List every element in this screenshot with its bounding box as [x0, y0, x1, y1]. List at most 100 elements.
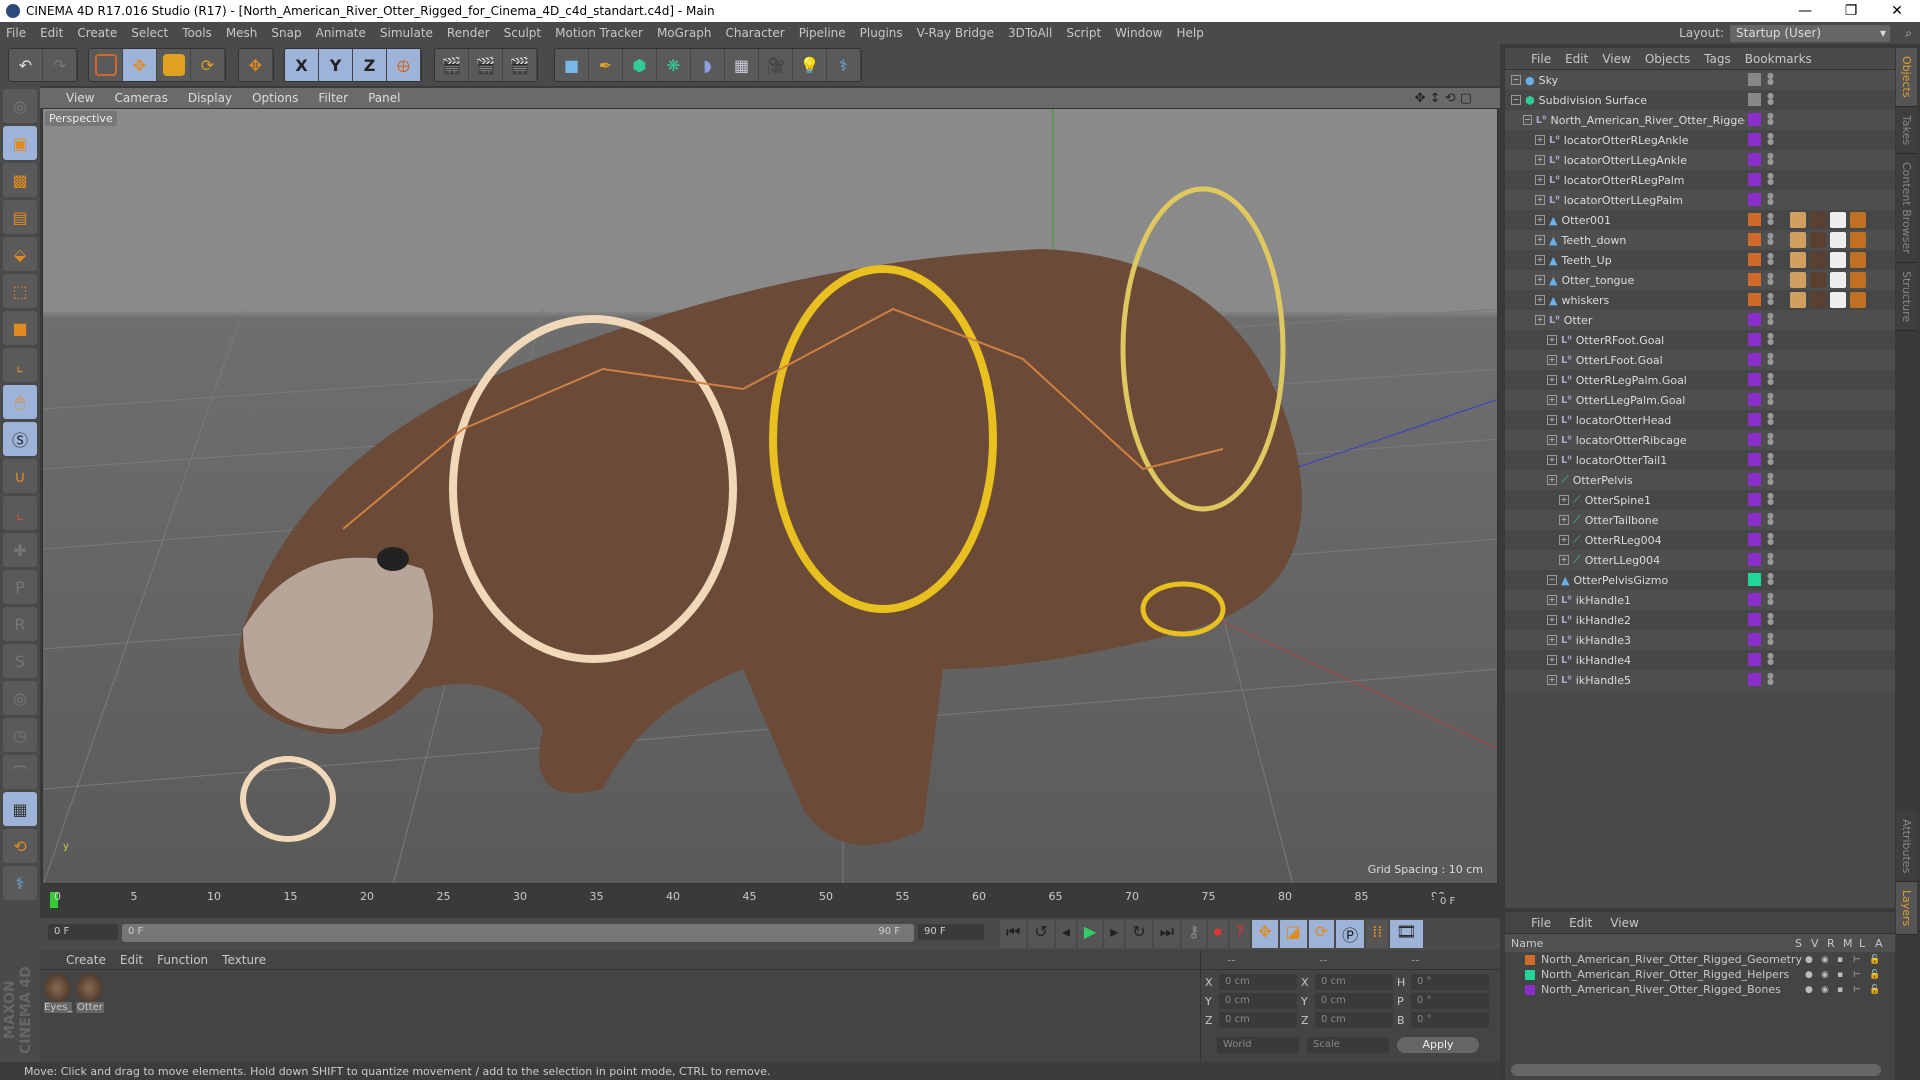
visibility-dots[interactable]: ● ● [1767, 192, 1774, 206]
expand-toggle[interactable]: + [1535, 135, 1545, 145]
expand-toggle[interactable]: + [1535, 155, 1545, 165]
python-script-button[interactable]: ⚕ [3, 866, 37, 900]
go-to-start-button[interactable]: ⏮ [1000, 920, 1027, 948]
coord-rotation-field[interactable]: 0 ° [1411, 1012, 1489, 1028]
solo-button[interactable]: Ⓢ [3, 422, 37, 456]
snap-button[interactable]: ∪ [3, 459, 37, 493]
object-row[interactable]: + L⁰ locatorOtterLLegPalm ● ● [1505, 190, 1895, 210]
close-button[interactable]: ✕ [1874, 0, 1920, 22]
object-row[interactable]: + L⁰ locatorOtterRLegPalm ● ● [1505, 170, 1895, 190]
object-row[interactable]: + L⁰ locatorOtterRibcage ● ● [1505, 430, 1895, 450]
material-menu-create[interactable]: Create [66, 953, 106, 967]
lock-icon[interactable]: 🔓 [1869, 985, 1885, 995]
object-row[interactable]: + L⁰ OtterRLegPalm.Goal ● ● [1505, 370, 1895, 390]
key-scale-button[interactable]: ◪ [1279, 920, 1307, 948]
tag-psr-button[interactable]: S [3, 644, 37, 678]
layer-row[interactable]: North_American_River_Otter_Rigged_Geomet… [1505, 952, 1895, 967]
viewport-menu-filter[interactable]: Filter [318, 91, 348, 105]
layer-color-swatch[interactable] [1748, 493, 1761, 506]
uvw-tag-icon[interactable] [1830, 292, 1846, 308]
object-row[interactable]: − ⬢ Subdivision Surface ● ● [1505, 90, 1895, 110]
layer-color-swatch[interactable] [1748, 193, 1761, 206]
render-icon[interactable]: ▪ [1837, 955, 1853, 965]
skin-tag-icon[interactable] [1790, 252, 1806, 268]
layer-color-swatch[interactable] [1748, 93, 1761, 106]
expand-toggle[interactable]: + [1547, 435, 1557, 445]
next-frame-button[interactable]: ▸ [1104, 920, 1125, 948]
expand-toggle[interactable]: + [1547, 395, 1557, 405]
layer-menu-edit[interactable]: Edit [1569, 916, 1592, 930]
expand-toggle[interactable]: + [1535, 235, 1545, 245]
object-menu-edit[interactable]: Edit [1565, 52, 1588, 66]
side-tab-takes[interactable]: Takes [1896, 106, 1917, 154]
layer-row[interactable]: North_American_River_Otter_Rigged_Helper… [1505, 967, 1895, 982]
coord-rotation-field[interactable]: 0 ° [1411, 974, 1489, 990]
menu-snap[interactable]: Snap [271, 26, 301, 40]
expand-toggle[interactable]: + [1535, 175, 1545, 185]
eye-icon[interactable]: ◉ [1821, 985, 1837, 995]
expand-toggle[interactable]: + [1535, 315, 1545, 325]
layer-color-swatch[interactable] [1748, 633, 1761, 646]
coordinate-system-button[interactable]: 🜨 [387, 49, 421, 81]
coord-size-field[interactable]: 0 cm [1315, 1012, 1393, 1028]
layer-color-swatch[interactable] [1748, 513, 1761, 526]
polygons-mode-button[interactable]: ■ [3, 311, 37, 345]
object-menu-objects[interactable]: Objects [1645, 52, 1690, 66]
start-frame-field[interactable]: 0 F [48, 924, 118, 940]
render-icon[interactable]: ▪ [1837, 985, 1853, 995]
deformer-button[interactable]: ◗ [691, 49, 725, 81]
object-row[interactable]: − L⁰ North_American_River_Otter_Rigged ● ● [1505, 110, 1895, 130]
menu-3dtoall[interactable]: 3DToAll [1008, 26, 1052, 40]
object-row[interactable]: + L⁰ OtterLFoot.Goal ● ● [1505, 350, 1895, 370]
expand-toggle[interactable]: + [1547, 595, 1557, 605]
object-row[interactable]: + L⁰ locatorOtterRLegAnkle ● ● [1505, 130, 1895, 150]
solo-icon[interactable]: ● [1805, 970, 1821, 980]
scale-tool-button[interactable] [157, 49, 191, 81]
record-keys-button[interactable]: ⚷ [1182, 920, 1206, 948]
menu-select[interactable]: Select [131, 26, 168, 40]
object-row[interactable]: + ⟋ OtterLLeg004 ● ● [1505, 550, 1895, 570]
menu-animate[interactable]: Animate [316, 26, 366, 40]
menu-create[interactable]: Create [77, 26, 117, 40]
object-row[interactable]: + L⁰ locatorOtterHead ● ● [1505, 410, 1895, 430]
eye-icon[interactable]: ◉ [1821, 955, 1837, 965]
layer-color-swatch[interactable] [1748, 533, 1761, 546]
python-button[interactable]: ⚕ [827, 49, 861, 81]
end-frame-field[interactable]: 90 F [918, 924, 984, 940]
workplane-mode-button[interactable]: ▤ [3, 200, 37, 234]
layer-color-swatch[interactable] [1748, 593, 1761, 606]
layer-column-r[interactable]: R [1827, 937, 1843, 950]
light-button[interactable]: 💡 [793, 49, 827, 81]
horizontal-scrollbar[interactable] [1511, 1064, 1881, 1076]
layer-column-a[interactable]: A [1875, 937, 1891, 950]
current-frame-field[interactable]: 0 F [1434, 894, 1494, 910]
render-view-button[interactable]: 🎬 [435, 49, 469, 81]
play-button[interactable]: ▶ [1077, 920, 1103, 948]
expand-toggle[interactable]: − [1511, 75, 1521, 85]
key-rotation-button[interactable]: ⟳ [1308, 920, 1335, 948]
tag-r-button[interactable]: R [3, 607, 37, 641]
layout-select[interactable]: Startup (User) ▾ [1730, 24, 1890, 42]
object-row[interactable]: + L⁰ ikHandle2 ● ● [1505, 610, 1895, 630]
object-menu-file[interactable]: File [1531, 52, 1551, 66]
menu-pipeline[interactable]: Pipeline [799, 26, 846, 40]
visibility-dots[interactable]: ● ● [1767, 112, 1774, 126]
viewport-menu-display[interactable]: Display [188, 91, 232, 105]
side-tab-attributes[interactable]: Attributes [1896, 810, 1917, 882]
layer-column-m[interactable]: M [1843, 937, 1859, 950]
coord-mode-select[interactable]: World [1217, 1037, 1299, 1053]
layer-color-swatch[interactable] [1748, 333, 1761, 346]
visibility-dots[interactable]: ● ● [1767, 572, 1774, 586]
live-selection-button[interactable] [89, 49, 123, 81]
material-tag-icon[interactable] [1810, 272, 1826, 288]
object-row[interactable]: + L⁰ ikHandle4 ● ● [1505, 650, 1895, 670]
lock-icon[interactable]: 🔓 [1869, 970, 1885, 980]
material-tag-icon[interactable] [1810, 232, 1826, 248]
object-row[interactable]: + L⁰ locatorOtterTail1 ● ● [1505, 450, 1895, 470]
viewport-menu-panel[interactable]: Panel [368, 91, 400, 105]
layer-color-swatch[interactable] [1748, 553, 1761, 566]
layer-color-swatch[interactable] [1525, 984, 1535, 995]
object-row[interactable]: + ⟋ OtterRLeg004 ● ● [1505, 530, 1895, 550]
grid-rotate-button[interactable]: ⟲ [3, 829, 37, 863]
expand-toggle[interactable]: + [1547, 635, 1557, 645]
